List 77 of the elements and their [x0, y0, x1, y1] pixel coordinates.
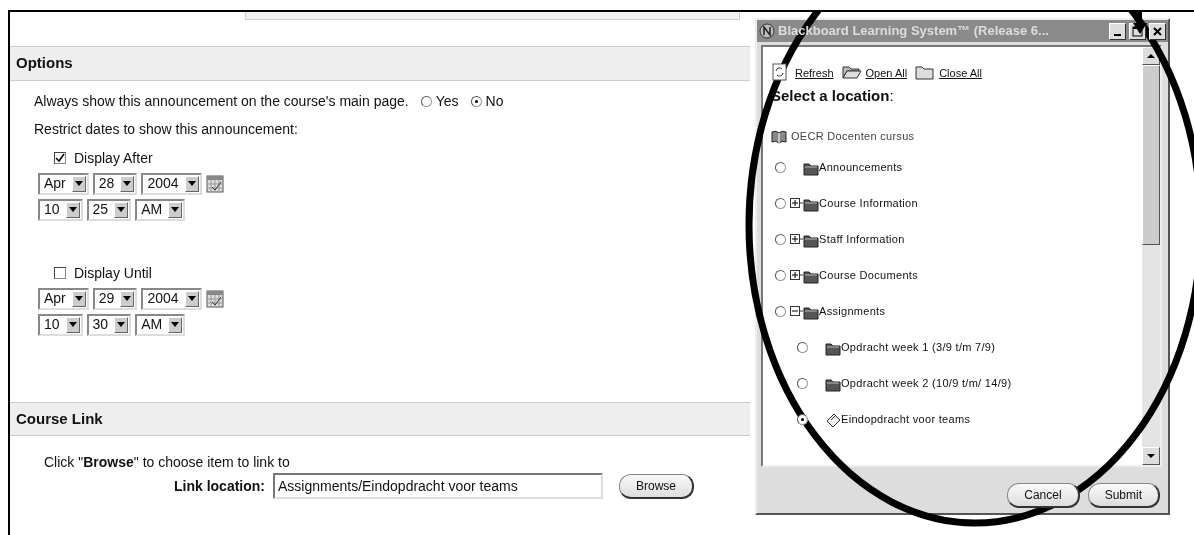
radio-button[interactable]: [775, 162, 786, 173]
caret-icon: [71, 175, 86, 192]
radio-button[interactable]: [775, 306, 786, 317]
dropdown[interactable]: 29: [92, 287, 138, 310]
dialog-button[interactable]: Cancel: [1007, 483, 1080, 508]
browse-button[interactable]: Browse: [619, 473, 694, 499]
tree-label[interactable]: Staff Information: [819, 231, 905, 248]
minimize-button[interactable]: [1109, 22, 1126, 40]
checkbox-option[interactable]: Display Until: [54, 262, 750, 284]
dropdown[interactable]: 30: [86, 313, 132, 336]
radio-button[interactable]: [775, 234, 786, 245]
book-icon: [771, 128, 787, 145]
scroll-up-icon: [1146, 52, 1156, 60]
assignment-icon: [825, 411, 841, 428]
radio-option[interactable]: Yes: [420, 91, 459, 112]
section-heading: Course Link: [10, 401, 750, 436]
tree-label[interactable]: Opdracht week 2 (10/9 t/m/ 14/9): [841, 375, 1012, 392]
minimize-icon: [1114, 33, 1121, 36]
tree-label[interactable]: Announcements: [819, 159, 903, 176]
dropdown[interactable]: 10: [38, 313, 83, 336]
tree-label: OECR Docenten cursus: [791, 129, 915, 145]
folder-icon: [915, 63, 936, 81]
dropdown[interactable]: Apr: [38, 172, 89, 195]
dropdown[interactable]: 2004: [141, 172, 202, 195]
field-label: Link location:: [174, 476, 265, 496]
radio-button[interactable]: [775, 198, 786, 209]
checkbox-option[interactable]: Display After: [54, 147, 750, 169]
collapse-icon[interactable]: [790, 306, 803, 317]
calendar-icon: [205, 174, 224, 193]
caret-icon: [114, 316, 129, 333]
scrollbar[interactable]: [1142, 47, 1160, 465]
toolbar-link[interactable]: Refresh: [795, 64, 834, 81]
dropdown[interactable]: Apr: [38, 287, 89, 310]
open-folder-icon: [841, 63, 862, 81]
dropdown[interactable]: AM: [135, 313, 186, 336]
dropdown[interactable]: 25: [86, 198, 132, 221]
radio-option[interactable]: No: [470, 91, 504, 112]
caret-icon: [184, 175, 199, 192]
scroll-down-icon: [1146, 452, 1156, 460]
caret-icon: [71, 290, 86, 307]
tree-label[interactable]: Opdracht week 1 (3/9 t/m 7/9): [841, 339, 996, 356]
caret-icon: [120, 175, 135, 192]
caret-icon: [120, 290, 135, 307]
dropdown[interactable]: AM: [135, 198, 186, 221]
close-button[interactable]: [1149, 22, 1166, 40]
radio-button[interactable]: [797, 414, 808, 425]
link-location-field[interactable]: Assignments/Eindopdracht voor teams: [273, 473, 603, 499]
dropdown[interactable]: 2004: [141, 287, 202, 310]
caret-icon: [65, 201, 80, 218]
toolbar-link[interactable]: Open All: [865, 64, 908, 81]
dropdown[interactable]: 28: [92, 172, 138, 195]
caret-icon: [184, 290, 199, 307]
radio-button[interactable]: [797, 378, 808, 389]
check-icon: [54, 152, 66, 164]
dialog-button[interactable]: Submit: [1087, 483, 1160, 508]
radio-button[interactable]: [775, 270, 786, 281]
section-heading: Options: [10, 46, 750, 81]
tree-label[interactable]: Course Information: [819, 195, 918, 212]
question-text: Restrict dates to show this announcement:: [34, 119, 299, 139]
app-icon: [759, 23, 775, 39]
calendar-icon: [205, 289, 224, 308]
close-icon: [1152, 25, 1163, 37]
caret-icon: [168, 201, 183, 218]
expand-icon[interactable]: [790, 270, 803, 281]
expand-icon[interactable]: [790, 234, 803, 245]
caret-icon: [114, 201, 129, 218]
tree-label[interactable]: Assignments: [819, 303, 886, 320]
caret-icon: [65, 316, 80, 333]
caret-icon: [168, 316, 183, 333]
instruction-text: Click "Browse" to choose item to link to: [44, 453, 291, 472]
tree-label[interactable]: Course Documents: [819, 267, 918, 284]
toolbar-link[interactable]: Close All: [939, 64, 982, 81]
expand-icon[interactable]: [790, 198, 803, 209]
dropdown[interactable]: 10: [38, 198, 83, 221]
tree-label[interactable]: Eindopdracht voor teams: [841, 411, 971, 428]
radio-button[interactable]: [797, 342, 808, 353]
question-text: Always show this announcement on the course's main page.: [34, 92, 409, 111]
